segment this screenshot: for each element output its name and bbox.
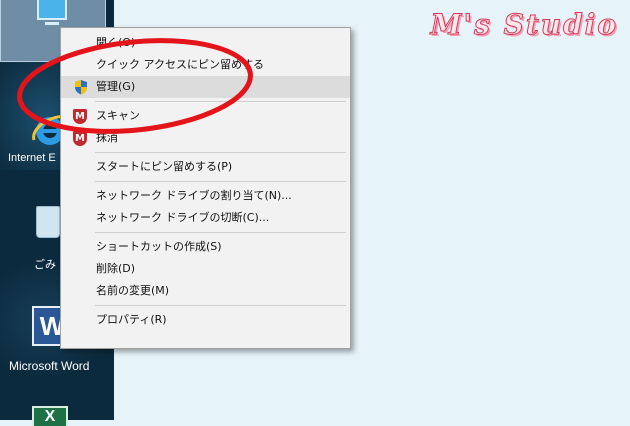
watermark-logo: M's Studio [430,8,618,42]
menu-item-label: クイック アクセスにピン留めする [96,58,264,71]
menu-item-label: スタートにピン留めする(P) [96,160,233,173]
menu-item-rename[interactable]: 名前の変更(M) [61,280,350,302]
menu-item-scan[interactable]: M スキャン [61,105,350,127]
menu-item-create-shortcut[interactable]: ショートカットの作成(S) [61,236,350,258]
menu-item-label: ネットワーク ドライブの切断(C)... [96,211,270,224]
menu-item-label: ショートカットの作成(S) [96,240,222,253]
menu-separator [95,101,346,102]
menu-item-pin-quick-access[interactable]: クイック アクセスにピン留めする [61,54,350,76]
mcafee-icon: M [73,109,87,124]
menu-item-delete[interactable]: 削除(D) [61,258,350,280]
internet-explorer-label: Internet E [8,152,56,164]
menu-item-pin-start[interactable]: スタートにピン留めする(P) [61,156,350,178]
menu-item-label: ネットワーク ドライブの割り当て(N)... [96,189,292,202]
menu-item-map-network-drive[interactable]: ネットワーク ドライブの割り当て(N)... [61,185,350,207]
menu-item-disconnect-network-drive[interactable]: ネットワーク ドライブの切断(C)... [61,207,350,229]
menu-item-properties[interactable]: プロパティ(R) [61,309,350,331]
menu-item-manage[interactable]: 管理(G) [61,76,350,98]
menu-item-label: スキャン [96,109,140,122]
microsoft-word-label: Microsoft Word [9,359,90,373]
recycle-bin-icon[interactable] [36,206,60,238]
menu-item-label: プロパティ(R) [96,313,167,326]
recycle-bin-label: ごみ [34,258,56,271]
menu-separator [95,152,346,153]
microsoft-excel-icon[interactable]: X [32,406,68,426]
context-menu: 開く(O) クイック アクセスにピン留めする 管理(G) M スキャン M 抹消… [60,27,351,349]
uac-shield-icon [75,80,87,95]
menu-item-shred[interactable]: M 抹消 [61,127,350,149]
menu-separator [95,181,346,182]
menu-item-label: 名前の変更(M) [96,284,170,297]
menu-item-label: 抹消 [96,131,118,144]
menu-item-label: 開く(O) [96,36,136,49]
menu-item-label: 管理(G) [96,80,136,93]
menu-separator [95,305,346,306]
menu-separator [95,232,346,233]
menu-item-label: 削除(D) [96,262,136,275]
menu-item-open[interactable]: 開く(O) [61,32,350,54]
mcafee-icon: M [73,131,87,146]
